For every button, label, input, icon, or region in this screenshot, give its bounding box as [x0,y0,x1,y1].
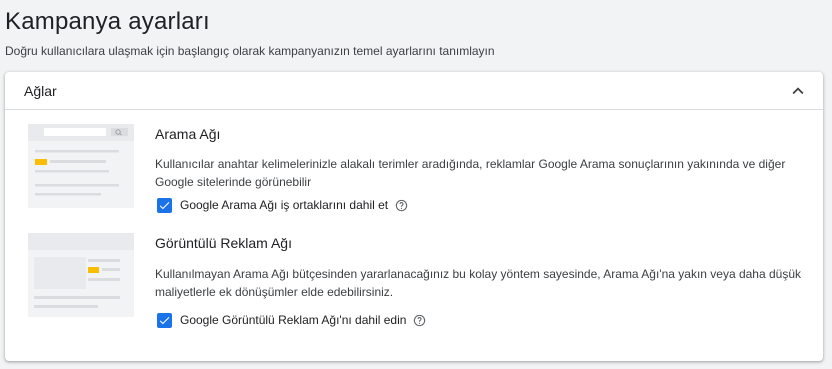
display-network-label[interactable]: Google Görüntülü Reklam Ağı'nı dahil edi… [180,313,406,327]
networks-card-header[interactable]: Ağlar [5,72,823,110]
search-partners-option: Google Arama Ağı iş ortaklarını dahil et [157,196,408,214]
help-circle-icon[interactable] [413,314,426,327]
collapse-button[interactable] [787,80,809,102]
display-network-title: Görüntülü Reklam Ağı [155,235,292,251]
search-network-illustration [28,124,134,208]
display-network-description: Kullanılmayan Arama Ağı bütçesinden yara… [155,267,802,299]
networks-card-title: Ağlar [24,83,57,99]
search-network-title: Arama Ağı [155,126,221,142]
search-partners-checkbox[interactable] [157,197,172,213]
page-title: Kampanya ayarları [5,8,210,35]
help-circle-icon[interactable] [395,199,408,212]
networks-card: Ağlar Arama Ağı Kullanıcılar anahtar kel… [5,72,823,361]
display-network-checkbox[interactable] [157,312,172,328]
display-network-option: Google Görüntülü Reklam Ağı'nı dahil edi… [157,311,426,329]
check-icon [159,316,170,324]
page-subtitle: Doğru kullanıcılara ulaşmak için başlang… [5,44,495,58]
search-partners-label[interactable]: Google Arama Ağı iş ortaklarını dahil et [180,198,388,212]
chevron-up-icon [792,87,804,95]
search-network-description: Kullanıcılar anahtar kelimelerinizle ala… [155,157,786,189]
display-network-illustration [28,233,134,317]
check-icon [159,201,170,209]
